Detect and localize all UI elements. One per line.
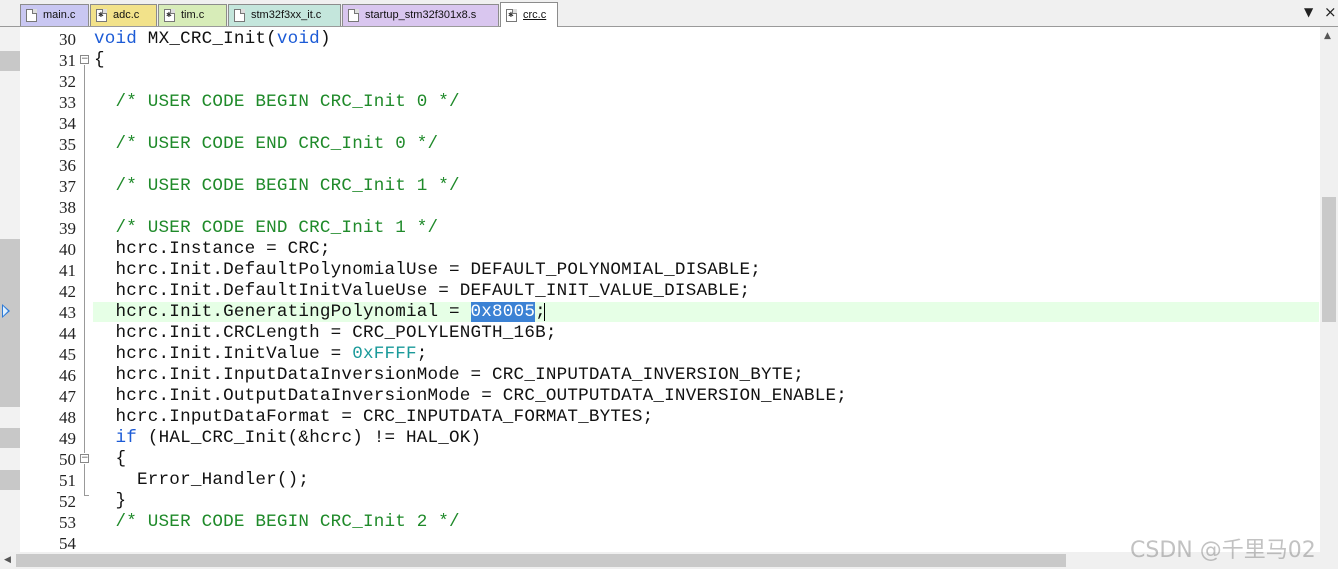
line-number: 53 bbox=[59, 513, 76, 532]
code-line[interactable]: } bbox=[94, 491, 127, 512]
code-line[interactable]: { bbox=[94, 449, 127, 470]
close-tab-icon[interactable]: × bbox=[1324, 3, 1337, 21]
c-file-icon bbox=[96, 9, 107, 22]
line-number: 42 bbox=[59, 282, 76, 301]
tab-label: stm32f3xx_it.c bbox=[251, 9, 322, 21]
line-number: 39 bbox=[59, 219, 76, 238]
tab-adc-c[interactable]: adc.c bbox=[90, 4, 157, 26]
margin-marker bbox=[0, 51, 20, 71]
tab-label: main.c bbox=[43, 9, 76, 21]
code-line[interactable]: hcrc.Init.InitValue = 0xFFFF; bbox=[94, 344, 428, 365]
horizontal-scroll-thumb[interactable] bbox=[16, 554, 1066, 567]
vertical-scrollbar[interactable]: ▲ bbox=[1320, 27, 1338, 552]
c-file-icon bbox=[506, 9, 517, 22]
line-number: 36 bbox=[59, 156, 76, 175]
code-line[interactable]: /* USER CODE END CRC_Init 0 */ bbox=[94, 134, 439, 155]
c-file-icon bbox=[164, 9, 175, 22]
code-line[interactable]: hcrc.Init.DefaultInitValueUse = DEFAULT_… bbox=[94, 281, 751, 302]
line-number: 33 bbox=[59, 93, 76, 112]
fold-collapse-icon[interactable]: − bbox=[80, 55, 89, 64]
line-number: 47 bbox=[59, 387, 76, 406]
code-line[interactable]: hcrc.Init.GeneratingPolynomial = 0x8005; bbox=[94, 302, 546, 323]
code-line[interactable]: hcrc.Init.CRCLength = CRC_POLYLENGTH_16B… bbox=[94, 323, 557, 344]
code-line[interactable]: hcrc.Init.DefaultPolynomialUse = DEFAULT… bbox=[94, 260, 761, 281]
line-number: 30 bbox=[59, 30, 76, 49]
fold-collapse-icon[interactable]: − bbox=[80, 454, 89, 463]
tab-label: startup_stm32f301x8.s bbox=[365, 9, 477, 21]
scroll-left-icon[interactable]: ◀ bbox=[4, 555, 11, 565]
tab-stm32f3xx-it-c[interactable]: stm32f3xx_it.c bbox=[228, 4, 341, 26]
tab-label: tim.c bbox=[181, 9, 205, 21]
line-number: 46 bbox=[59, 366, 76, 385]
code-line[interactable]: hcrc.Init.InputDataInversionMode = CRC_I… bbox=[94, 365, 804, 386]
text-caret bbox=[544, 303, 545, 321]
line-number: 41 bbox=[59, 261, 76, 280]
line-number: 32 bbox=[59, 72, 76, 91]
vertical-scroll-thumb[interactable] bbox=[1322, 197, 1336, 322]
code-line[interactable]: /* USER CODE BEGIN CRC_Init 1 */ bbox=[94, 176, 460, 197]
line-number: 43 bbox=[59, 303, 76, 322]
margin-marker bbox=[0, 239, 20, 407]
current-line-arrow-icon bbox=[2, 304, 10, 318]
code-line[interactable]: if (HAL_CRC_Init(&hcrc) != HAL_OK) bbox=[94, 428, 482, 449]
code-line[interactable]: /* USER CODE END CRC_Init 1 */ bbox=[94, 218, 439, 239]
line-number: 38 bbox=[59, 198, 76, 217]
code-line[interactable]: { bbox=[94, 50, 105, 71]
line-number: 44 bbox=[59, 324, 76, 343]
c-file-icon bbox=[26, 9, 37, 22]
line-number: 31 bbox=[59, 51, 76, 70]
c-file-icon bbox=[234, 9, 245, 22]
line-number: 48 bbox=[59, 408, 76, 427]
code-line[interactable]: hcrc.Init.OutputDataInversionMode = CRC_… bbox=[94, 386, 847, 407]
line-number: 51 bbox=[59, 471, 76, 490]
line-number: 45 bbox=[59, 345, 76, 364]
code-line[interactable]: hcrc.InputDataFormat = CRC_INPUTDATA_FOR… bbox=[94, 407, 654, 428]
tab-label: adc.c bbox=[113, 9, 140, 21]
tab-label: crc.c bbox=[523, 9, 547, 21]
tab-crc-c[interactable]: crc.c bbox=[500, 2, 558, 27]
breakpoint-margin[interactable] bbox=[0, 27, 20, 552]
line-number: 54 bbox=[59, 534, 76, 553]
tab-list-dropdown-icon[interactable]: ▼ bbox=[1304, 5, 1313, 19]
fold-end-marker bbox=[84, 495, 89, 496]
line-number: 40 bbox=[59, 240, 76, 259]
tab-main-c[interactable]: main.c bbox=[20, 4, 89, 26]
fold-guide bbox=[84, 464, 85, 495]
watermark: CSDN @千里马02 bbox=[1130, 538, 1316, 563]
margin-marker bbox=[0, 428, 20, 448]
code-line[interactable]: hcrc.Instance = CRC; bbox=[94, 239, 331, 260]
line-number: 37 bbox=[59, 177, 76, 196]
tab-startup-stm32f301x8-s[interactable]: startup_stm32f301x8.s bbox=[342, 4, 499, 26]
line-number: 50 bbox=[59, 450, 76, 469]
tab-tim-c[interactable]: tim.c bbox=[158, 4, 227, 26]
fold-guide bbox=[84, 65, 85, 453]
code-line[interactable]: void MX_CRC_Init(void) bbox=[94, 29, 331, 50]
line-number: 49 bbox=[59, 429, 76, 448]
line-number: 35 bbox=[59, 135, 76, 154]
scroll-up-icon[interactable]: ▲ bbox=[1324, 31, 1331, 41]
line-number: 34 bbox=[59, 114, 76, 133]
code-line[interactable]: /* USER CODE BEGIN CRC_Init 2 */ bbox=[94, 512, 460, 533]
code-line[interactable]: Error_Handler(); bbox=[94, 470, 309, 491]
code-line[interactable]: /* USER CODE BEGIN CRC_Init 0 */ bbox=[94, 92, 460, 113]
editor-tab-bar: main.c adc.c tim.c stm32f3xx_it.c startup_st… bbox=[0, 0, 1338, 27]
asm-file-icon bbox=[348, 9, 359, 22]
margin-marker bbox=[0, 470, 20, 490]
line-number: 52 bbox=[59, 492, 76, 511]
